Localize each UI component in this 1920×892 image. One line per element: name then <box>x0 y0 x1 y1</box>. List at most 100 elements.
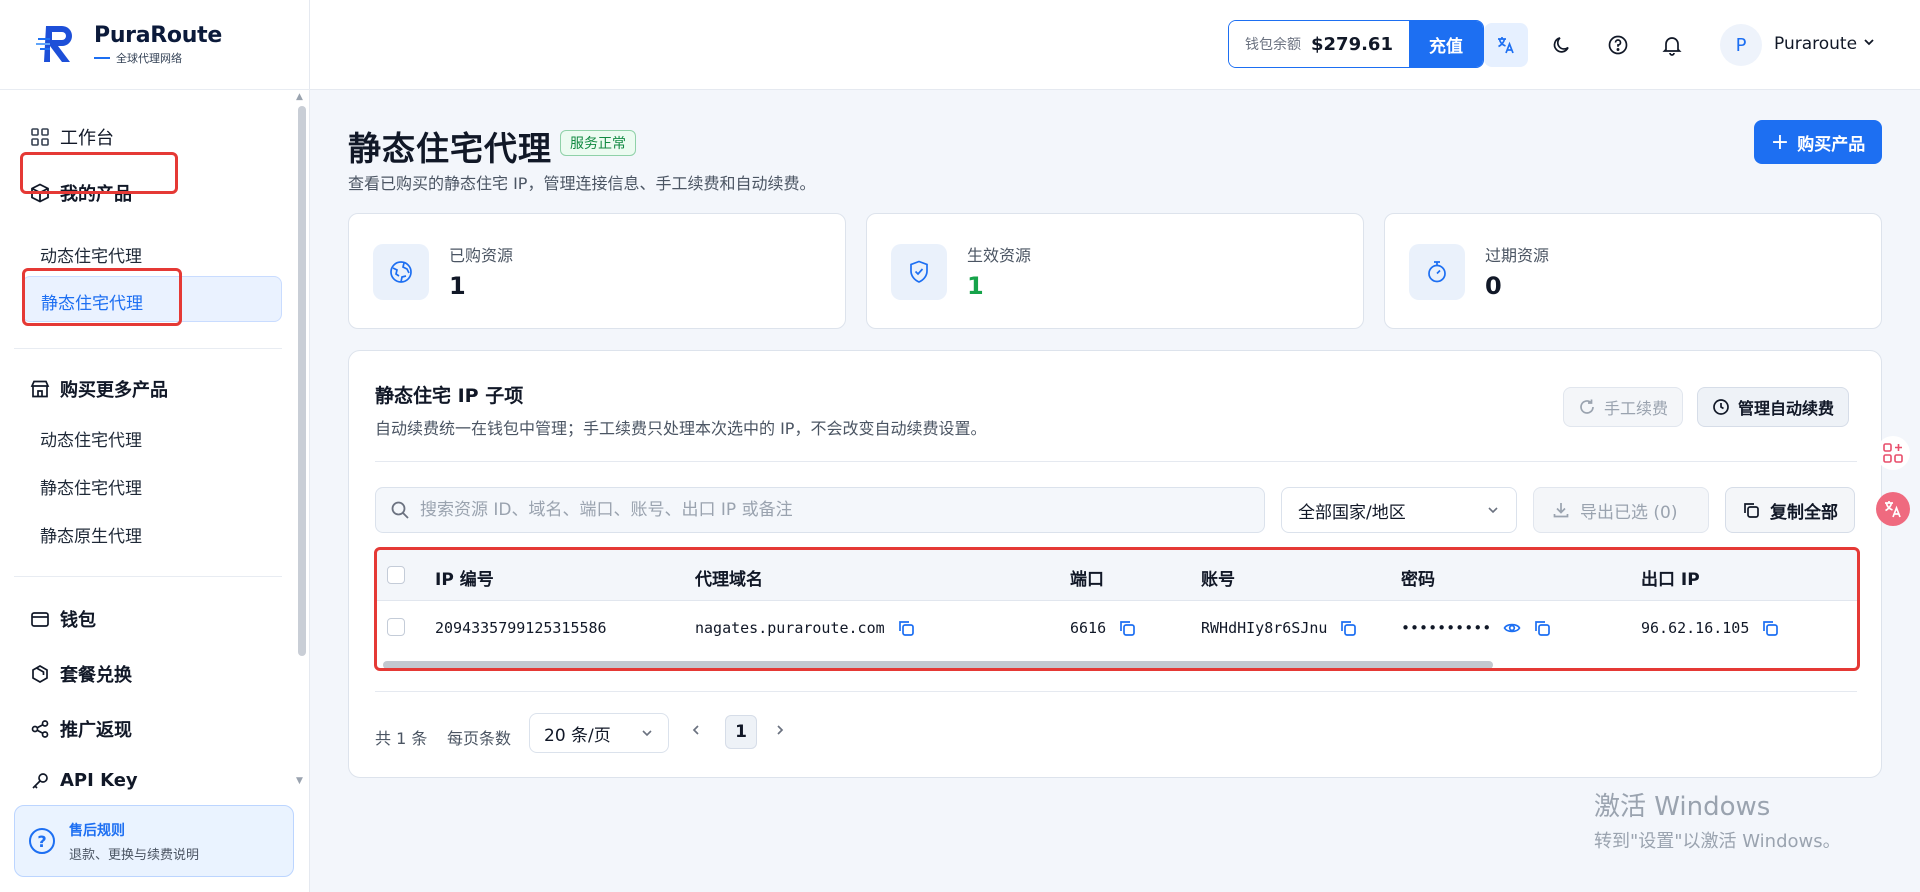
auto-renew-label: 管理自动续费 <box>1738 399 1835 418</box>
brand-name: PuraRoute <box>94 22 222 48</box>
question-icon: ? <box>29 828 55 854</box>
stat-value: 1 <box>449 272 466 300</box>
highlight-box <box>22 268 182 326</box>
highlight-box <box>374 547 1860 671</box>
store-icon <box>30 380 50 398</box>
chevron-down-icon <box>642 730 652 737</box>
manual-renew-label: 手工续费 <box>1604 399 1669 418</box>
region-select[interactable]: 全部国家/地区 <box>1281 487 1517 533</box>
sidebar-item-wallet[interactable]: 钱包 <box>30 606 96 632</box>
sidebar-item-label: 工作台 <box>60 128 114 149</box>
buy-product-button[interactable]: + 购买产品 <box>1754 120 1882 164</box>
status-badge: 服务正常 <box>560 130 636 156</box>
sidebar-scrollbar[interactable] <box>298 106 306 656</box>
scroll-down-arrow-icon[interactable]: ▼ <box>296 776 303 786</box>
chevron-left-icon[interactable] <box>689 721 703 742</box>
question-circle-icon <box>1608 35 1628 55</box>
clock-icon <box>1713 399 1729 415</box>
translate-float-button[interactable] <box>1876 492 1910 526</box>
sidebar-item-buy-more[interactable]: 购买更多产品 <box>30 376 168 402</box>
copy-icon <box>1744 503 1759 518</box>
brand-tagline: 全球代理网络 <box>116 51 182 65</box>
pager-per-page-label: 每页条数 <box>447 729 512 748</box>
stat-label: 已购资源 <box>449 246 514 265</box>
share-icon <box>31 720 49 738</box>
sidebar-item-referral[interactable]: 推广返现 <box>30 716 132 742</box>
help-subtitle: 退款、更换与续费说明 <box>69 847 200 863</box>
shield-check-icon <box>891 244 947 300</box>
scroll-up-arrow-icon[interactable]: ▲ <box>296 92 303 102</box>
search-icon <box>391 501 409 519</box>
page-size-select[interactable]: 20 条/页 <box>529 713 669 753</box>
sidebar-subitem-buy-dynamic[interactable]: 动态住宅代理 <box>40 426 142 451</box>
after-sales-help[interactable]: ? 售后规则 退款、更换与续费说明 <box>14 805 294 877</box>
page-subtitle: 查看已购买的静态住宅 IP，管理连接信息、手工续费和自动续费。 <box>348 174 816 193</box>
sidebar-item-api-key[interactable]: API Key <box>30 770 138 791</box>
recharge-button[interactable]: 充值 <box>1408 21 1483 67</box>
apps-float-button[interactable] <box>1876 436 1910 470</box>
stat-label: 过期资源 <box>1485 246 1550 265</box>
dashboard-icon <box>31 128 49 146</box>
sidebar-item-label: 钱包 <box>60 610 96 631</box>
sidebar-nav: 工作台 我的产品 动态住宅代理 静态住宅代理 购买更多产品 动态住宅代理 静态住… <box>0 90 296 798</box>
key-icon <box>32 772 48 789</box>
download-icon <box>1553 503 1569 518</box>
sidebar: PuraRoute 全球代理网络 工作台 我的产品 动态住宅代理 静态住宅代理 … <box>0 0 310 892</box>
plus-icon: + <box>1770 129 1790 155</box>
logo[interactable]: PuraRoute 全球代理网络 <box>36 20 222 68</box>
notifications-button[interactable] <box>1650 23 1694 67</box>
manual-renew-button[interactable]: 手工续费 <box>1563 387 1684 427</box>
sidebar-item-redeem[interactable]: 套餐兑换 <box>30 661 132 687</box>
stat-card-expired: 过期资源 0 <box>1384 213 1882 329</box>
package-icon <box>32 665 48 683</box>
translate-button[interactable] <box>1484 23 1528 67</box>
apps-icon <box>1883 443 1903 463</box>
stat-card-purchased: 已购资源 1 <box>348 213 846 329</box>
watermark-line2: 转到"设置"以激活 Windows。 <box>1594 831 1841 852</box>
auto-renew-button[interactable]: 管理自动续费 <box>1697 387 1850 427</box>
windows-activation-watermark: 激活 Windows 转到"设置"以激活 Windows。 <box>1594 786 1841 853</box>
wallet-label: 钱包余额 <box>1245 37 1301 53</box>
bell-icon <box>1662 37 1682 56</box>
sidebar-subitem-buy-native[interactable]: 静态原生代理 <box>40 522 142 547</box>
ip-items-card: 静态住宅 IP 子项 自动续费统一在钱包中管理；手工续费只处理本次选中的 IP，… <box>348 350 1882 778</box>
search-input[interactable] <box>420 500 1240 520</box>
search-box <box>375 487 1265 533</box>
refresh-icon <box>1580 399 1594 414</box>
timer-icon <box>1409 244 1465 300</box>
chevron-right-icon[interactable] <box>773 721 787 742</box>
translate-icon <box>1498 37 1514 54</box>
avatar[interactable]: P <box>1720 24 1762 66</box>
stat-value: 1 <box>967 272 984 300</box>
watermark-line1: 激活 Windows <box>1594 792 1771 822</box>
translate-icon <box>1885 501 1901 518</box>
theme-toggle-button[interactable] <box>1540 23 1584 67</box>
sidebar-subitem-buy-static[interactable]: 静态住宅代理 <box>40 474 142 499</box>
wallet-balance: $279.61 <box>1311 33 1393 55</box>
logo-mark-icon <box>36 20 84 68</box>
highlight-box <box>20 152 178 194</box>
region-select-value: 全部国家/地区 <box>1298 502 1406 523</box>
top-header: 钱包余额 $279.61 充值 P Puraroute <box>310 0 1920 90</box>
copy-all-button[interactable]: 复制全部 <box>1725 487 1855 533</box>
export-selected-button[interactable]: 导出已选 (0) <box>1533 487 1709 533</box>
globe-icon <box>373 244 429 300</box>
pager-total: 共 1 条 <box>375 729 428 748</box>
page-number-current[interactable]: 1 <box>725 715 757 749</box>
card-title: 静态住宅 IP 子项 <box>375 385 524 407</box>
username[interactable]: Puraroute <box>1774 34 1857 54</box>
chevron-down-icon <box>1488 507 1498 514</box>
wallet-widget: 钱包余额 $279.61 充值 <box>1228 20 1484 68</box>
moon-icon <box>1553 37 1569 53</box>
stat-label: 生效资源 <box>967 246 1032 265</box>
wallet-icon <box>31 612 49 627</box>
help-title: 售后规则 <box>69 822 125 839</box>
sidebar-subitem-dynamic[interactable]: 动态住宅代理 <box>40 242 142 267</box>
page-title: 静态住宅代理 <box>348 129 552 168</box>
chevron-down-icon[interactable] <box>1862 34 1876 53</box>
stat-value: 0 <box>1485 272 1502 300</box>
export-label: 导出已选 (0) <box>1580 502 1678 523</box>
help-button[interactable] <box>1596 23 1640 67</box>
card-subtitle: 自动续费统一在钱包中管理；手工续费只处理本次选中的 IP，不会改变自动续费设置。 <box>375 419 987 438</box>
sidebar-item-workbench[interactable]: 工作台 <box>30 124 114 150</box>
